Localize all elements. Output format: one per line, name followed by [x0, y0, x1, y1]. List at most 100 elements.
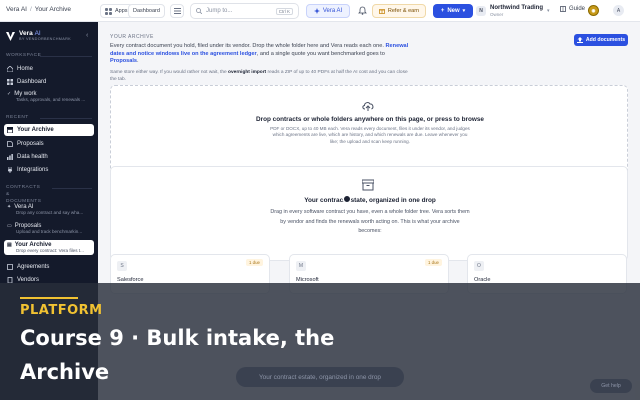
vendor-preview-list: S 1 due Salesforce M 1 due Microsoft O O… — [110, 254, 628, 294]
new-button[interactable]: + New ▾ — [433, 4, 473, 18]
top-bar: Vera AI / Your Archive Apps Dashboard Jump… — [0, 0, 640, 22]
dashboard-button[interactable]: Dashboard — [128, 4, 165, 18]
vendor-initial: M — [296, 261, 306, 271]
sidebar-item-label: Home — [17, 66, 34, 72]
org-role: Owner — [490, 12, 504, 17]
intro-note: Same store either way. If you would rath… — [110, 70, 410, 84]
plug-icon — [8, 167, 12, 173]
due-badge: 1 due — [246, 259, 263, 266]
archive-icon: ▤ — [7, 242, 12, 248]
breadcrumb-root[interactable]: Vera AI — [6, 6, 27, 13]
sidebar-item-your-archive-2[interactable]: ▤ Your Archive Drop every contract: Vera … — [4, 240, 94, 255]
help-button[interactable]: Get help — [590, 379, 632, 393]
sidebar-item-vera-ai[interactable]: ✦ Vera AI Drop any contract and say wha..… — [4, 202, 94, 217]
sidebar-item-label: Dashboard — [17, 79, 47, 85]
sidebar-item-sub: Drop any contract and say wha... — [16, 210, 84, 215]
sidebar-item-proposals-2[interactable]: ▭ Proposals Upload and track benchmarkin.… — [4, 221, 94, 236]
hamburger-icon — [173, 8, 181, 14]
overlay-tag: PLATFORM — [20, 303, 103, 318]
sidebar-item-label: Your Archive — [17, 127, 54, 133]
section-divider — [40, 56, 92, 57]
refer-earn-label: Refer & earn — [387, 8, 420, 14]
vera-ai-label: Vera AI — [322, 8, 343, 14]
new-label: New — [447, 8, 460, 14]
chevron-down-icon: ▾ — [462, 8, 466, 14]
sidebar-item-sub: Tasks, approvals, and renewals ... — [16, 97, 86, 102]
upload-icon — [576, 37, 583, 43]
overlay-pill: Your contract estate, organized in one d… — [236, 367, 404, 387]
workspace-avatar[interactable]: ◉ — [588, 5, 599, 16]
section-divider — [40, 118, 92, 119]
file-icon: ▭ — [7, 223, 12, 229]
brand-ai: AI — [34, 30, 41, 37]
apps-grid-icon — [105, 7, 112, 15]
search-input[interactable]: Jump to... Ctrl K — [190, 3, 299, 19]
sidebar-item-your-archive[interactable]: Your Archive — [4, 124, 94, 136]
user-avatar[interactable]: A — [613, 5, 624, 16]
drop-zone[interactable]: Drop contracts or whole folders anywhere… — [110, 85, 628, 179]
drop-zone-title: Drop contracts or whole folders anywhere… — [256, 116, 484, 123]
overlay-accent-line — [20, 297, 78, 299]
sidebar-item-label: Data health — [17, 154, 48, 160]
drop-zone-subtitle: PDF or DOCX, up to 40 MB each. Vera read… — [270, 126, 470, 144]
dashboard-icon — [7, 79, 13, 85]
sidebar-item-home[interactable]: Home — [4, 63, 94, 75]
intro-text: Every contract document you hold, filed … — [110, 43, 409, 65]
gift-icon — [378, 9, 385, 14]
sidebar-item-agreements[interactable]: Agreements — [4, 261, 94, 273]
archive-icon — [7, 127, 13, 133]
guide-button[interactable]: Guide — [560, 6, 585, 12]
estate-subtitle: Drag in every software contract you have… — [270, 209, 470, 234]
vera-logo-icon — [6, 31, 15, 41]
estate-preview-card: Your contract estate, organized in one d… — [110, 166, 628, 261]
sidebar-item-dashboard[interactable]: Dashboard — [4, 76, 94, 88]
course-overlay: PLATFORM Course 9 · Bulk intake, the Arc… — [0, 283, 640, 400]
brand[interactable]: Vera AI BY VENDORBENCHMARK — [6, 30, 71, 42]
brand-subtitle: BY VENDORBENCHMARK — [19, 37, 71, 41]
org-switcher[interactable]: N Northwind Trading Owner ▾ — [476, 3, 558, 19]
intro-note-a: Same store either way. If you would rath… — [110, 70, 227, 75]
chart-icon — [7, 154, 13, 160]
plus-icon: + — [440, 8, 445, 14]
page-title: YOUR ARCHIVE — [110, 34, 154, 40]
section-workspace: WORKSPACE — [6, 53, 42, 58]
estate-title: Your contract estate, organized in one d… — [304, 197, 436, 204]
vendor-initial: O — [474, 261, 484, 271]
sidebar-item-integrations[interactable]: Integrations — [4, 164, 94, 176]
sidebar-item-my-work[interactable]: ✓ My work Tasks, approvals, and renewals … — [4, 89, 94, 104]
menu-button[interactable] — [170, 4, 184, 18]
sidebar-item-label: Integrations — [17, 167, 49, 173]
sidebar-item-proposals[interactable]: Proposals — [4, 138, 94, 150]
org-badge: N — [476, 6, 486, 16]
apps-label: Apps — [115, 8, 128, 14]
mouse-cursor-icon — [343, 195, 351, 203]
upload-cloud-icon — [362, 102, 374, 111]
book-icon — [560, 6, 566, 12]
due-badge: 1 due — [425, 259, 442, 266]
vendor-initial: S — [117, 261, 127, 271]
sidebar-item-data-health[interactable]: Data health — [4, 151, 94, 163]
org-chevron-icon: ▾ — [547, 8, 550, 14]
document-icon — [7, 264, 13, 270]
overnight-import-text: overnight import — [228, 70, 267, 75]
sidebar-item-label: Proposals — [17, 141, 44, 147]
sparkle-icon — [313, 8, 320, 14]
search-icon — [196, 8, 202, 14]
org-name: Northwind Trading — [490, 5, 543, 11]
breadcrumb-current: Your Archive — [34, 6, 72, 13]
sparkle-icon: ✦ — [7, 204, 12, 210]
bell-icon[interactable] — [358, 6, 367, 15]
archive-box-icon — [362, 179, 374, 191]
intro-text-b: , and a single quote you want benchmarke… — [256, 50, 385, 57]
intro-text-a: Every contract document you hold, filed … — [110, 43, 384, 49]
proposals-link[interactable]: Proposals — [110, 58, 137, 64]
collapse-sidebar-icon[interactable]: ‹ — [86, 32, 88, 39]
refer-earn-button[interactable]: Refer & earn — [372, 4, 426, 18]
vera-ai-button[interactable]: Vera AI — [306, 4, 350, 18]
add-documents-button[interactable]: Add documents — [574, 34, 628, 46]
section-recent: RECENT — [6, 115, 29, 120]
add-documents-label: Add documents — [585, 37, 626, 43]
guide-label: Guide — [569, 6, 586, 12]
section-divider — [52, 188, 92, 189]
home-icon — [7, 66, 13, 72]
